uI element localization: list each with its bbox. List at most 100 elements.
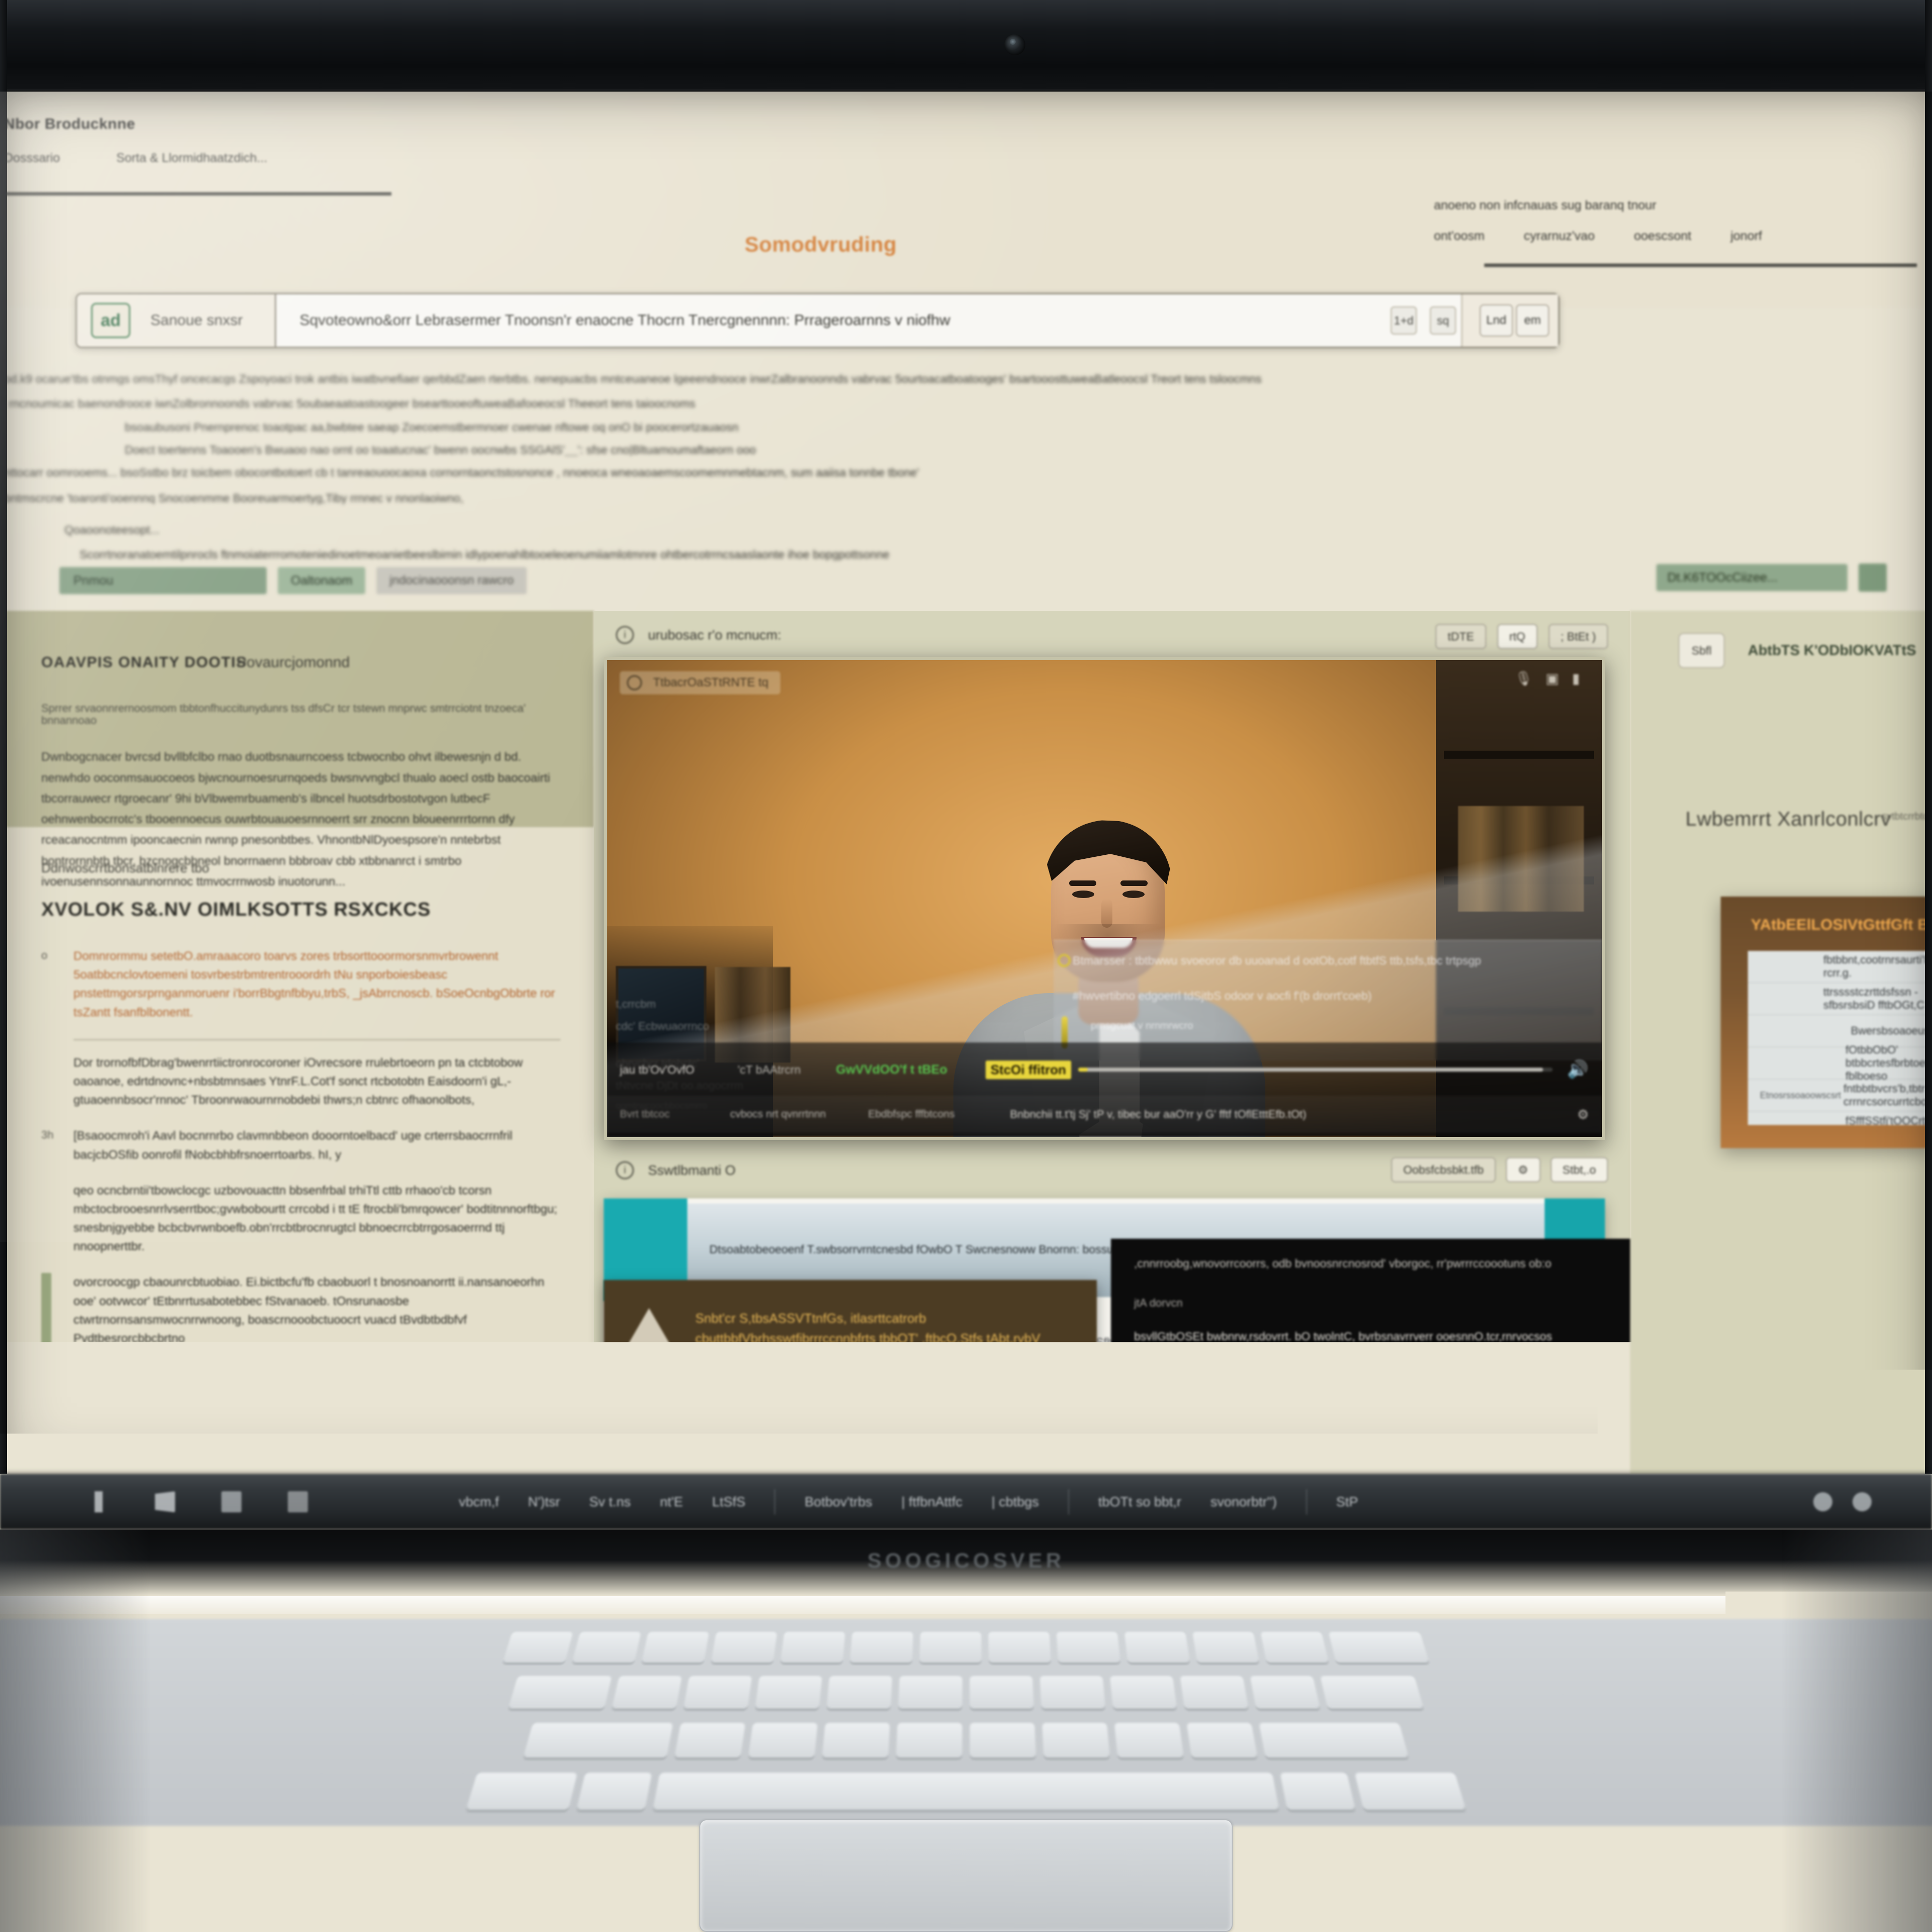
header-right-item-1[interactable]: cyrarnuz'vao xyxy=(1524,229,1595,244)
taskbar-item-2[interactable]: Sv t.ns xyxy=(589,1494,631,1510)
key[interactable] xyxy=(1114,1723,1184,1758)
taskbar-item-4[interactable]: LtSfS xyxy=(712,1494,745,1510)
key[interactable] xyxy=(988,1632,1051,1663)
key[interactable] xyxy=(674,1723,745,1758)
key[interactable] xyxy=(970,1676,1034,1709)
speaker-icon[interactable] xyxy=(1853,1492,1872,1511)
taskbar-item-1[interactable]: N')tsr xyxy=(528,1494,560,1510)
table-row[interactable]: fSfffSStfj'tOOCrttTttbnaOtbtOrt' obnocr, xyxy=(1748,1112,1932,1125)
list-item[interactable]: -j3 Gosttbnoec'libectbtfctbbrd obrrvorrn… xyxy=(41,1433,560,1452)
laptop-trackpad[interactable] xyxy=(699,1819,1233,1932)
below-pill-c[interactable]: Stbt,.o xyxy=(1551,1157,1608,1182)
center-pill-c[interactable]: ; BtEt ) xyxy=(1549,624,1608,649)
key[interactable] xyxy=(508,1676,612,1709)
video-progress-scrubber[interactable] xyxy=(1078,1068,1553,1072)
space-key[interactable] xyxy=(653,1773,1279,1810)
below-pill-a[interactable]: Oobsfcbsbkt.tfb xyxy=(1391,1157,1496,1182)
key[interactable] xyxy=(919,1632,982,1663)
taskbar-item-6[interactable]: | ftfbnAttfc xyxy=(902,1494,962,1510)
key[interactable] xyxy=(466,1773,578,1810)
list-item[interactable]: Dvocrvyrbsnu ups onnoconnrnuradtb st'fbs… xyxy=(41,1470,560,1474)
key[interactable] xyxy=(748,1723,818,1758)
header-sub-right[interactable]: Sorta & Llormidhaatzdich... xyxy=(116,151,267,166)
gear-icon[interactable]: ⚙ xyxy=(1506,1157,1541,1182)
right-square-chip-icon[interactable] xyxy=(1859,564,1887,592)
key[interactable] xyxy=(577,1773,652,1810)
key[interactable] xyxy=(1057,1632,1120,1663)
key[interactable] xyxy=(898,1676,962,1709)
center-pill-a[interactable]: tDTE xyxy=(1435,624,1486,649)
key[interactable] xyxy=(683,1676,752,1709)
key[interactable] xyxy=(1354,1773,1466,1810)
key[interactable] xyxy=(1328,1632,1429,1663)
app-icon-1[interactable] xyxy=(89,1491,109,1512)
key[interactable] xyxy=(641,1632,709,1663)
alert-card[interactable]: Snbt'cr S,tbsASSVTtnfGs, itlasrttcatrorb… xyxy=(604,1280,1097,1461)
alert-card-highlight[interactable]: Bbttoabtcaticr tbwnuaesonwornnnroonolcbc… xyxy=(679,1384,1090,1415)
key[interactable] xyxy=(1124,1632,1190,1663)
table-row[interactable]: Etnosrssoaoowscsrt fntbbtbvcrs'b,tbtr cr… xyxy=(1748,1080,1932,1112)
laptop-keyboard[interactable] xyxy=(0,1619,1932,1826)
key[interactable] xyxy=(1040,1676,1106,1709)
key[interactable] xyxy=(970,1723,1036,1758)
tertiary-action-button[interactable]: jndocinaooonsn rawcro xyxy=(376,567,527,594)
right-panel-key-icon[interactable]: Sbfl xyxy=(1678,633,1725,668)
table-row[interactable]: ttrsssstczrttdsfssn - sfbsrsbsiD fftbOGt… xyxy=(1748,983,1932,1015)
key[interactable] xyxy=(572,1632,641,1663)
key[interactable] xyxy=(1260,1632,1329,1663)
key[interactable] xyxy=(503,1632,573,1663)
video-player[interactable]: TtbacrOaSTtRNTE tq 🎙 ▣ ▮ Btmarsser : tbt… xyxy=(604,657,1605,1140)
key[interactable] xyxy=(1110,1676,1177,1709)
key[interactable] xyxy=(827,1676,893,1709)
primary-action-button[interactable]: Pnmou xyxy=(59,567,267,594)
taskbar-item-9[interactable]: svonorbtr'') xyxy=(1211,1494,1277,1510)
table-row[interactable]: fbtbbnt,cootrnrsaurti'h rcrr.g. xyxy=(1748,951,1932,983)
video-controls[interactable]: jau tb'Ov'OvfO 'cT bAAtrcrn GwVVdOO'f t … xyxy=(607,1042,1602,1137)
table-row[interactable]: Bwersbsoaoeusj xyxy=(1748,1015,1932,1048)
key[interactable] xyxy=(896,1723,962,1758)
list-item[interactable]: qeo ocncbrntii'tbowclocgc uzbovouacttn b… xyxy=(41,1181,560,1256)
header-right-item-3[interactable]: jonorf xyxy=(1731,229,1762,244)
header-right-item-0[interactable]: ont'oosm xyxy=(1434,229,1485,244)
key[interactable] xyxy=(850,1632,913,1663)
network-icon[interactable] xyxy=(1813,1492,1832,1511)
taskbar-item-10[interactable]: StP xyxy=(1336,1494,1358,1510)
key[interactable] xyxy=(1180,1676,1249,1709)
list-item[interactable]: 3t. G' tbc fscbrorrcs o ctlonaorbtcustt … xyxy=(41,1398,560,1416)
search-button-0[interactable]: Lnd xyxy=(1480,304,1513,337)
key[interactable] xyxy=(612,1676,682,1709)
key[interactable] xyxy=(1192,1632,1259,1663)
search-button-1[interactable]: em xyxy=(1516,304,1549,337)
key[interactable] xyxy=(1280,1773,1355,1810)
key[interactable] xyxy=(1320,1676,1424,1709)
volume-icon[interactable]: 🔊 xyxy=(1567,1059,1589,1081)
right-filter-chip[interactable]: Dt.K6TOOcCiizee... xyxy=(1656,564,1847,591)
key[interactable] xyxy=(523,1723,673,1758)
taskbar-item-7[interactable]: | cbtbgs xyxy=(992,1494,1039,1510)
taskbar-item-8[interactable]: tbOTt so bbt,r xyxy=(1098,1494,1181,1510)
table-row[interactable]: fOtbbObO' btbbcrtesfbrbtoetboer fblboeso xyxy=(1748,1048,1932,1080)
app-icon-3[interactable] xyxy=(221,1491,242,1512)
dark-overlay-panel[interactable]: ,cnnrroobg,wnovorrcoorrs, odb bvnoosnrcn… xyxy=(1111,1239,1705,1390)
list-item[interactable]: o Domnrormmu setetbO.amraaacoro toarvs z… xyxy=(41,947,560,1022)
center-pill-b[interactable]: rtQ xyxy=(1497,624,1538,649)
taskbar-item-0[interactable]: vbcm,f xyxy=(459,1494,499,1510)
right-panel-card[interactable]: YAtbEElLOSIVtGttfGft BLtbflttn fbtbbnt,c… xyxy=(1721,897,1932,1148)
header-right-item-2[interactable]: ooescsont xyxy=(1634,229,1692,244)
video-privacy-chip[interactable]: TtbacrOaSTtRNTE tq xyxy=(620,671,780,694)
list-item[interactable]: Ebaoaorowitbotwsnacrroneert tcrftct'tOoo… xyxy=(41,1365,560,1381)
taskbar-item-3[interactable]: nt'E xyxy=(660,1494,683,1510)
taskbar-item-5[interactable]: Botbov'trbs xyxy=(804,1494,872,1510)
key[interactable] xyxy=(1259,1723,1409,1758)
search-bar[interactable]: ad Sanoue snxsr Sqvoteowno&orr Lebraserm… xyxy=(75,293,1560,348)
key[interactable] xyxy=(755,1676,823,1709)
key[interactable] xyxy=(1186,1723,1257,1758)
key[interactable] xyxy=(822,1723,890,1758)
app-icon-4[interactable] xyxy=(288,1491,308,1512)
secondary-action-button[interactable]: Oaltonaom xyxy=(278,567,365,594)
search-tool-1[interactable]: sq xyxy=(1430,306,1456,335)
list-item[interactable]: 3h [Bsaoocmroh'i Aavl bocnrnrbo clavmnbb… xyxy=(41,1126,560,1164)
key[interactable] xyxy=(1250,1676,1320,1709)
os-taskbar[interactable]: vbcm,f N')tsr Sv t.ns nt'E LtSfS Botbov'… xyxy=(0,1474,1932,1530)
key[interactable] xyxy=(711,1632,777,1663)
